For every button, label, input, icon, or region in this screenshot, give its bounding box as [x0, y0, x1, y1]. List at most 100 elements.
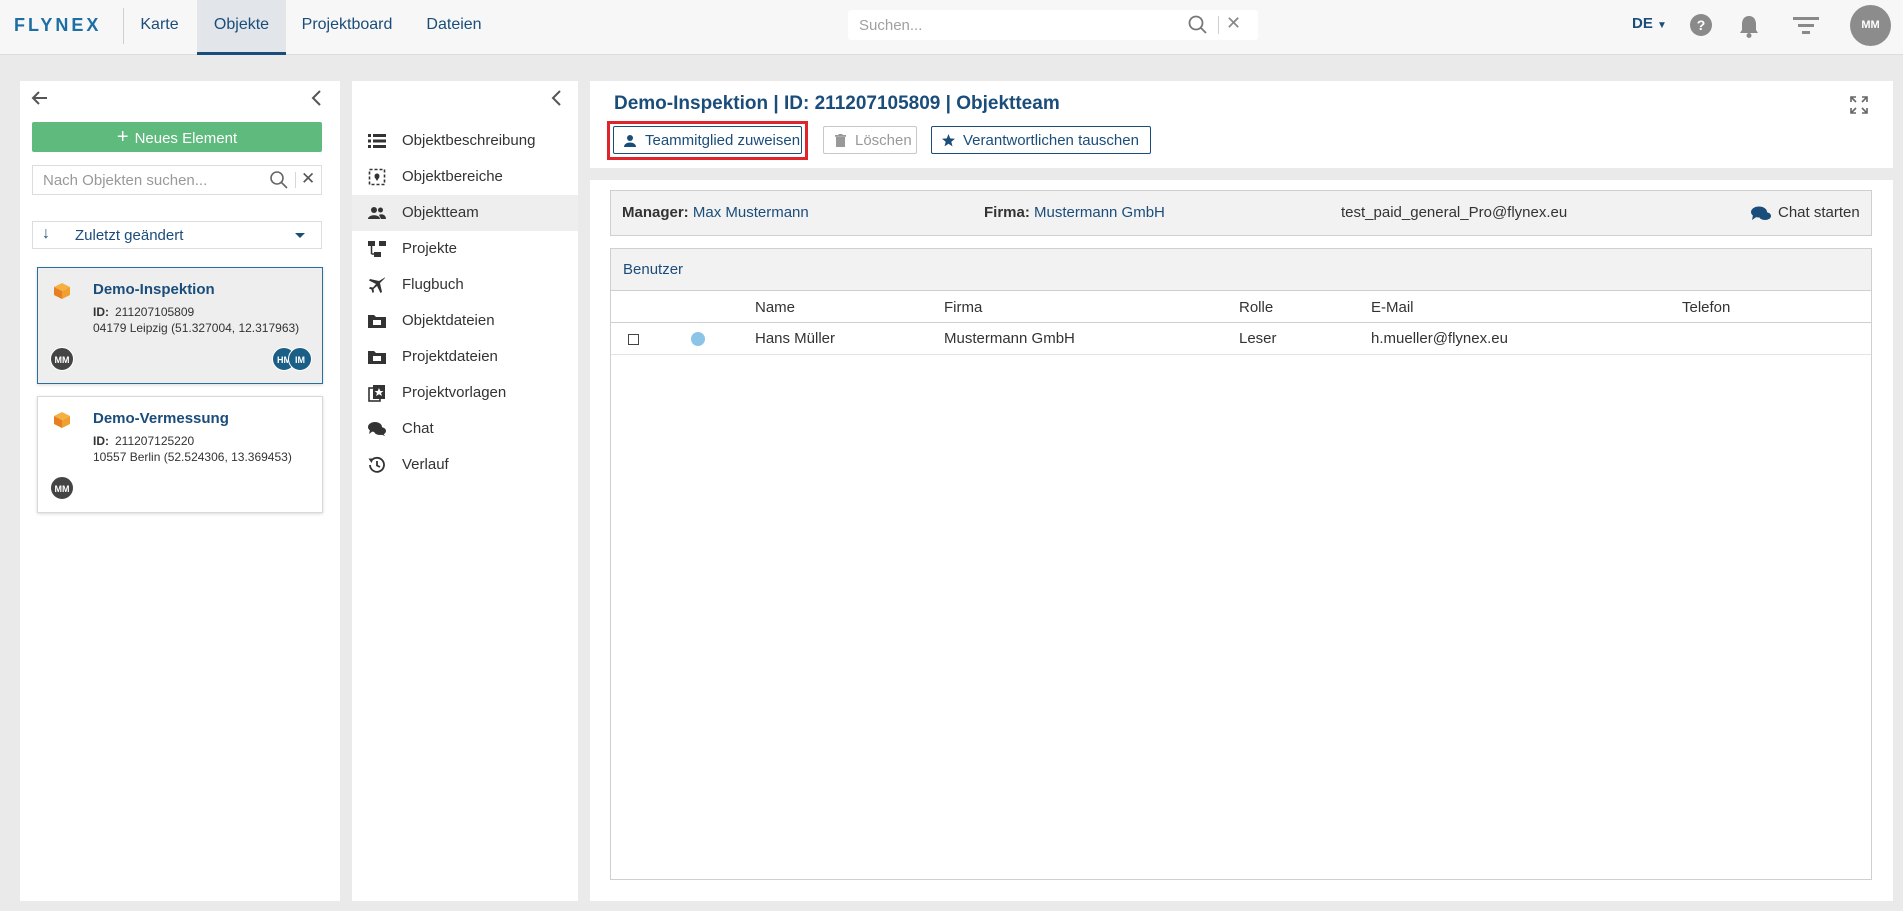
- object-id: ID: 211207105809: [93, 305, 195, 319]
- company-name[interactable]: Mustermann GmbH: [1034, 204, 1165, 221]
- manager-name[interactable]: Max Mustermann: [693, 204, 809, 221]
- area-icon: [368, 168, 386, 186]
- nav-projektboard[interactable]: Projektboard: [291, 0, 403, 55]
- collapse-panel-icon[interactable]: [308, 88, 326, 108]
- global-search-input[interactable]: Suchen...: [859, 17, 922, 34]
- start-chat-link[interactable]: Chat starten: [1778, 204, 1860, 221]
- object-title[interactable]: Demo-Vermessung: [93, 410, 229, 427]
- objects-panel: + Neues Element Nach Objekten suchen... ✕…: [20, 81, 340, 901]
- nav-karte[interactable]: Karte: [127, 0, 192, 55]
- plus-icon: +: [116, 126, 129, 148]
- menu-label: Chat: [402, 420, 434, 437]
- owner-avatar: MM: [50, 476, 74, 500]
- logo-divider: [123, 8, 124, 44]
- expand-icon[interactable]: [1850, 96, 1868, 114]
- table-row[interactable]: Hans Müller Mustermann GmbH Leser h.muel…: [611, 323, 1871, 355]
- menu-label: Objektbereiche: [402, 168, 503, 185]
- search-icon[interactable]: [1187, 14, 1209, 36]
- trash-icon: [835, 134, 846, 147]
- top-navbar: FLYNEX Karte Objekte Projektboard Dateie…: [0, 0, 1903, 55]
- history-icon: [368, 456, 385, 473]
- assign-label: Teammitglied zuweisen: [645, 132, 801, 149]
- cube-icon: [54, 283, 70, 299]
- plane-icon: [369, 277, 386, 293]
- object-search-input[interactable]: Nach Objekten suchen...: [43, 172, 207, 189]
- search-divider: [295, 172, 296, 188]
- projects-icon: [368, 241, 386, 257]
- owner-avatar: MM: [50, 347, 74, 371]
- page-title: Demo-Inspektion | ID: 211207105809 | Obj…: [614, 93, 1060, 114]
- flynex-logo[interactable]: FLYNEX: [14, 15, 101, 36]
- chat-icon: [1751, 206, 1771, 220]
- row-checkbox[interactable]: [628, 334, 639, 345]
- member-avatar: IM: [288, 347, 312, 371]
- collapse-panel-icon[interactable]: [548, 88, 566, 108]
- cell-name: Hans Müller: [755, 330, 836, 347]
- column-name[interactable]: Name: [755, 299, 795, 316]
- assign-team-member-button[interactable]: Teammitglied zuweisen: [613, 126, 802, 154]
- table-caption: Benutzer: [611, 249, 1871, 291]
- menu-label: Objektdateien: [402, 312, 495, 329]
- menu-label: Objektteam: [402, 204, 479, 221]
- menu-label: Projektvorlagen: [402, 384, 507, 401]
- nav-dateien[interactable]: Dateien: [415, 0, 493, 55]
- menu-label: Objektbeschreibung: [402, 132, 536, 149]
- menu-projektdateien[interactable]: Projektdateien: [352, 339, 578, 375]
- clear-search-icon[interactable]: ✕: [1226, 13, 1241, 34]
- status-dot: [691, 332, 705, 346]
- column-rolle[interactable]: Rolle: [1239, 299, 1273, 316]
- menu-projektvorlagen[interactable]: Projektvorlagen: [352, 375, 578, 411]
- new-element-button[interactable]: + Neues Element: [32, 122, 322, 152]
- object-search[interactable]: Nach Objekten suchen... ✕: [32, 165, 322, 195]
- global-search[interactable]: Suchen... ✕: [848, 10, 1258, 40]
- delete-label: Löschen: [855, 132, 912, 149]
- company-field: Firma: Mustermann GmbH: [984, 204, 1165, 221]
- sort-dropdown[interactable]: ↓ Zuletzt geändert: [32, 221, 322, 249]
- filter-icon[interactable]: [1792, 14, 1820, 38]
- list-icon: [368, 134, 386, 148]
- sort-label: Zuletzt geändert: [75, 227, 184, 244]
- nav-objekte[interactable]: Objekte: [197, 0, 286, 55]
- menu-verlauf[interactable]: Verlauf: [352, 447, 578, 483]
- cell-rolle: Leser: [1239, 330, 1277, 347]
- column-email[interactable]: E-Mail: [1371, 299, 1414, 316]
- menu-objektteam[interactable]: Objektteam: [352, 195, 578, 231]
- help-icon[interactable]: ?: [1690, 14, 1712, 36]
- language-selector[interactable]: DE ▼: [1632, 15, 1667, 32]
- menu-objektbereiche[interactable]: Objektbereiche: [352, 159, 578, 195]
- menu-objektbeschreibung[interactable]: Objektbeschreibung: [352, 123, 578, 159]
- star-icon: [942, 134, 955, 147]
- cell-email: h.mueller@flynex.eu: [1371, 330, 1508, 347]
- back-arrow-icon[interactable]: [30, 88, 50, 108]
- object-card-demo-vermessung[interactable]: Demo-Vermessung ID: 211207125220 10557 Be…: [37, 396, 323, 513]
- menu-projekte[interactable]: Projekte: [352, 231, 578, 267]
- object-card-demo-inspektion[interactable]: Demo-Inspektion ID: 211207105809 04179 Le…: [37, 267, 323, 384]
- menu-chat[interactable]: Chat: [352, 411, 578, 447]
- menu-objektdateien[interactable]: Objektdateien: [352, 303, 578, 339]
- search-icon[interactable]: [269, 170, 289, 190]
- object-id: ID: 211207125220: [93, 434, 195, 448]
- swap-manager-button[interactable]: Verantwortlichen tauschen: [931, 126, 1151, 154]
- user-avatar[interactable]: MM: [1850, 5, 1891, 46]
- chevron-down-icon: ▼: [1657, 20, 1667, 31]
- table-header: Name Firma Rolle E-Mail Telefon: [611, 291, 1871, 323]
- users-table: Benutzer Name Firma Rolle E-Mail Telefon…: [610, 248, 1872, 880]
- folder-icon: [368, 351, 386, 364]
- caret-down-icon: [295, 233, 305, 238]
- sort-arrow-icon: ↓: [42, 225, 50, 242]
- main-header: Demo-Inspektion | ID: 211207105809 | Obj…: [590, 81, 1893, 168]
- chat-icon: [368, 422, 386, 436]
- delete-button[interactable]: Löschen: [823, 126, 917, 154]
- column-firma[interactable]: Firma: [944, 299, 982, 316]
- language-label: DE: [1632, 15, 1653, 32]
- search-divider: [1218, 16, 1219, 34]
- column-telefon[interactable]: Telefon: [1682, 299, 1730, 316]
- template-icon: [368, 385, 385, 402]
- object-menu: Objektbeschreibung Objektbereiche Objekt…: [352, 81, 578, 901]
- table-caption-label: Benutzer: [623, 261, 684, 278]
- menu-flugbuch[interactable]: Flugbuch: [352, 267, 578, 303]
- object-title[interactable]: Demo-Inspektion: [93, 281, 215, 298]
- team-panel: Manager: Max Mustermann Firma: Musterman…: [590, 180, 1893, 901]
- bell-icon[interactable]: [1737, 13, 1761, 39]
- clear-search-icon[interactable]: ✕: [301, 169, 315, 189]
